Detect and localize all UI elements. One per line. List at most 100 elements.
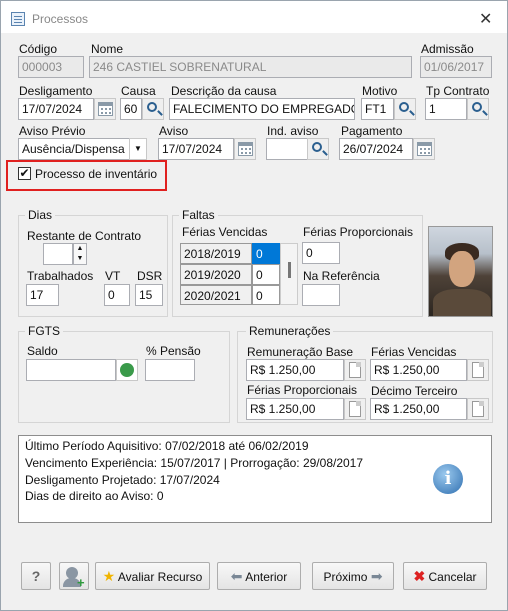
desligamento-label: Desligamento xyxy=(19,84,93,98)
ferias-proporcionais-field[interactable]: 0 xyxy=(302,242,340,264)
restante-label: Restante de Contrato xyxy=(27,229,142,243)
info-line: Vencimento Experiência: 15/07/2017 | Pro… xyxy=(25,456,364,470)
causa-search-button[interactable] xyxy=(142,98,164,120)
close-icon[interactable]: ✕ xyxy=(479,9,492,29)
remuneracao-base-button[interactable] xyxy=(344,359,366,381)
window-app-icon xyxy=(11,12,25,26)
nome-field[interactable]: 246 CASTIEL SOBRENATURAL xyxy=(89,56,412,78)
calendar-icon xyxy=(98,102,113,116)
tp-contrato-field[interactable]: 1 xyxy=(425,98,467,120)
vt-field[interactable]: 0 xyxy=(104,284,130,306)
causa-field[interactable]: 60 xyxy=(120,98,142,120)
faltas-value-cell[interactable]: 0 xyxy=(252,285,280,305)
rem-ferias-vencidas-label: Férias Vencidas xyxy=(371,345,457,359)
rem-ferias-proporcionais-label: Férias Proporcionais xyxy=(247,383,358,397)
desligamento-calendar-button[interactable] xyxy=(94,98,116,120)
search-icon xyxy=(147,102,157,112)
calendar-icon xyxy=(238,142,253,156)
plus-icon: + xyxy=(77,575,85,590)
aviso-label: Aviso xyxy=(159,124,189,138)
info-icon: i xyxy=(433,464,463,494)
inventario-label: Processo de inventário xyxy=(35,167,158,181)
info-panel: Último Período Aquisitivo: 07/02/2018 at… xyxy=(18,435,492,523)
restante-stepper[interactable]: ▲ ▼ xyxy=(73,243,87,265)
star-icon: ★ xyxy=(102,568,116,584)
rem-ferias-proporcionais-button[interactable] xyxy=(344,398,366,420)
motivo-label: Motivo xyxy=(362,84,398,98)
search-icon xyxy=(312,142,322,152)
decimo-terceiro-button[interactable] xyxy=(467,398,489,420)
window-title: Processos xyxy=(32,12,89,26)
document-icon xyxy=(472,362,484,378)
avaliar-recurso-button[interactable]: ★ Avaliar Recurso xyxy=(95,562,210,590)
faltas-value-cell[interactable]: 0 xyxy=(252,243,280,264)
tp-contrato-search-button[interactable] xyxy=(467,98,489,120)
remuneracao-base-label: Remuneração Base xyxy=(247,345,354,359)
proximo-button[interactable]: Próximo ➡ xyxy=(312,562,394,590)
avaliar-recurso-label: Avaliar Recurso xyxy=(117,570,203,584)
admissao-label: Admissão xyxy=(421,42,474,56)
help-button[interactable]: ? xyxy=(21,562,51,590)
info-line: Dias de direito ao Aviso: 0 xyxy=(25,489,164,503)
search-icon xyxy=(399,102,409,112)
faltas-value-cell[interactable]: 0 xyxy=(252,264,280,285)
dsr-label: DSR xyxy=(137,269,163,283)
restante-field[interactable] xyxy=(43,243,73,265)
admissao-field[interactable]: 01/06/2017 xyxy=(420,56,492,78)
descricao-label: Descrição da causa xyxy=(171,84,277,98)
proximo-label: Próximo xyxy=(323,570,368,584)
process-window: Processos ✕ Código 000003 Nome 246 CASTI… xyxy=(0,0,508,611)
remuneracao-base-field[interactable]: R$ 1.250,00 xyxy=(246,359,344,381)
vt-label: VT xyxy=(105,269,121,283)
ind-aviso-search-button[interactable] xyxy=(307,138,329,160)
saldo-label: Saldo xyxy=(27,344,58,358)
fgts-title: FGTS xyxy=(25,324,63,338)
arrow-left-icon: ⬅ xyxy=(230,568,243,584)
arrow-right-icon: ➡ xyxy=(370,568,383,584)
pagamento-field[interactable]: 26/07/2024 xyxy=(339,138,413,160)
cancelar-button[interactable]: ✖ Cancelar xyxy=(403,562,487,590)
rem-ferias-vencidas-field[interactable]: R$ 1.250,00 xyxy=(370,359,467,381)
motivo-field[interactable]: FT1 xyxy=(361,98,394,120)
trabalhados-field[interactable]: 17 xyxy=(26,284,59,306)
ferias-vencidas-label: Férias Vencidas xyxy=(182,225,268,239)
decimo-terceiro-field[interactable]: R$ 1.250,00 xyxy=(370,398,467,420)
chevron-down-icon[interactable]: ▼ xyxy=(129,138,147,160)
add-user-button[interactable]: + xyxy=(59,562,89,590)
na-referencia-label: Na Referência xyxy=(303,269,380,283)
desligamento-field[interactable]: 17/07/2024 xyxy=(18,98,94,120)
codigo-label: Código xyxy=(19,42,58,56)
ferias-proporcionais-label: Férias Proporcionais xyxy=(303,225,414,239)
faltas-title: Faltas xyxy=(179,208,218,222)
pensao-field[interactable] xyxy=(145,359,195,381)
employee-photo xyxy=(428,226,493,317)
cancelar-label: Cancelar xyxy=(428,570,477,584)
dsr-field[interactable]: 15 xyxy=(135,284,163,306)
faltas-year-row: 2018/2019 xyxy=(180,243,252,264)
na-referencia-field[interactable] xyxy=(302,284,340,306)
saldo-calculator-button[interactable] xyxy=(116,359,138,381)
aviso-previo-select[interactable]: Ausência/Dispensa xyxy=(18,138,130,160)
calendar-icon xyxy=(417,142,432,156)
aviso-calendar-button[interactable] xyxy=(234,138,256,160)
motivo-search-button[interactable] xyxy=(394,98,416,120)
pagamento-label: Pagamento xyxy=(341,124,403,138)
descricao-field[interactable]: FALECIMENTO DO EMPREGADO xyxy=(169,98,355,120)
rem-ferias-proporcionais-field[interactable]: R$ 1.250,00 xyxy=(246,398,344,420)
faltas-scrollbar[interactable] xyxy=(280,243,298,305)
codigo-field[interactable]: 000003 xyxy=(18,56,84,78)
ind-aviso-field[interactable] xyxy=(266,138,308,160)
faltas-year-row: 2019/2020 xyxy=(180,264,252,285)
aviso-field[interactable]: 17/07/2024 xyxy=(158,138,234,160)
saldo-field[interactable] xyxy=(26,359,116,381)
fgts-icon xyxy=(120,363,134,377)
aviso-previo-label: Aviso Prévio xyxy=(19,124,86,138)
anterior-button[interactable]: ⬅ Anterior xyxy=(217,562,301,590)
cancel-icon: ✖ xyxy=(413,568,426,584)
rem-ferias-vencidas-button[interactable] xyxy=(467,359,489,381)
search-icon xyxy=(472,102,482,112)
document-icon xyxy=(349,401,361,417)
pagamento-calendar-button[interactable] xyxy=(413,138,435,160)
document-icon xyxy=(472,401,484,417)
inventario-checkbox[interactable]: ✔ xyxy=(18,167,31,180)
